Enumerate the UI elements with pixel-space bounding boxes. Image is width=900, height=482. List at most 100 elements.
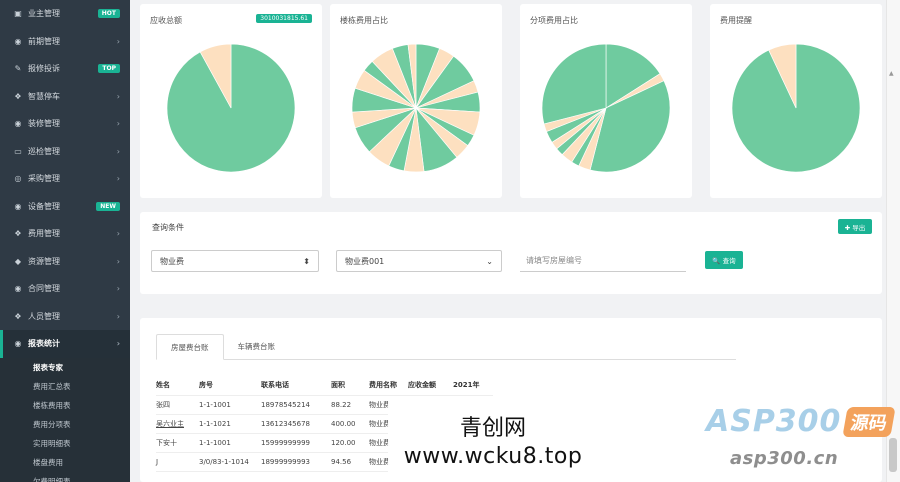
- sidebar-item-label: 装修管理: [28, 119, 60, 129]
- card-title: 楼栋费用占比: [340, 16, 388, 25]
- sidebar-item-1[interactable]: ◉ 前期管理 ›: [0, 28, 130, 56]
- chart-card-reminder: 费用提醒: [710, 4, 882, 198]
- sidebar-item-10[interactable]: ◉ 合同管理 ›: [0, 275, 130, 303]
- scroll-up-icon[interactable]: ▲: [889, 70, 897, 78]
- table-cell: J: [156, 458, 159, 466]
- items-pie-chart: [542, 44, 670, 172]
- sidebar-item-7[interactable]: ◉ 设备管理 NEW: [0, 193, 130, 221]
- preliminary-icon: ◉: [14, 36, 22, 46]
- chevron-right-icon: ›: [116, 229, 120, 239]
- table-cell: 下安十: [156, 439, 177, 447]
- total-amount-badge: 3010031815.61: [256, 14, 312, 23]
- chart-card-items: 分项费用占比: [520, 4, 692, 198]
- sidebar-item-11[interactable]: ❖ 人员管理 ›: [0, 303, 130, 331]
- table-cell: 94.56: [331, 458, 352, 466]
- chevron-right-icon: ›: [116, 174, 120, 184]
- updown-icon: ⬍: [303, 256, 310, 266]
- header-fee-name: 费用名称: [369, 380, 397, 389]
- table-cell: 3/0/83-1-1014: [199, 458, 249, 466]
- table-cell: 15999999999: [261, 439, 310, 447]
- table-cell: 张四: [156, 401, 170, 409]
- chart-card-receivable: 应收总额 3010031815.61: [140, 4, 322, 198]
- chevron-right-icon: ›: [116, 36, 120, 46]
- header-receivable: 应收金额: [408, 380, 436, 389]
- watermark-site-url: www.wcku8.top: [403, 444, 583, 469]
- sidebar-item-2[interactable]: ✎ 报修投诉 TOP: [0, 55, 130, 83]
- submenu-item[interactable]: 楼盘费用: [0, 452, 130, 472]
- card-title: 费用提醒: [720, 16, 752, 25]
- chart-card-building: 楼栋费用占比: [330, 4, 502, 198]
- select-value: 物业费001: [345, 256, 385, 266]
- sidebar-item-4[interactable]: ◉ 装修管理 ›: [0, 110, 130, 138]
- sidebar-item-label: 资源管理: [28, 256, 60, 266]
- table-cell: 18999999993: [261, 458, 310, 466]
- submenu-item[interactable]: 楼栋费用表: [0, 395, 130, 415]
- sidebar-item-label: 采购管理: [28, 174, 60, 184]
- tab-house-ledger[interactable]: 房屋费台账: [156, 334, 224, 360]
- sidebar-badge: NEW: [96, 201, 120, 211]
- tab-vehicle-ledger[interactable]: 车辆费台账: [224, 334, 290, 359]
- sidebar-item-label: 设备管理: [28, 201, 60, 211]
- table-cell: 1-1-1001: [199, 439, 231, 447]
- card-title: 应收总额: [150, 16, 182, 25]
- sidebar-item-label: 业主管理: [28, 9, 60, 19]
- chevron-right-icon: ›: [116, 339, 120, 349]
- table-cell: 400.00: [331, 420, 356, 428]
- scrollbar-thumb[interactable]: [889, 438, 897, 472]
- export-button[interactable]: ✚ 导出: [838, 219, 872, 234]
- parking-icon: ❖: [14, 91, 22, 101]
- sidebar-nav: ▣ 业主管理 HOT ◉ 前期管理 › ✎ 报修投诉 TOP ❖ 智慧停车 › ◉ 装修管理 › ▭ 巡检管理 ›…: [0, 0, 130, 330]
- submenu-item[interactable]: 费用汇总表: [0, 376, 130, 396]
- search-button[interactable]: 🔍 查询: [705, 251, 743, 269]
- chevron-right-icon: ›: [116, 256, 120, 266]
- table-cell: 18978545214: [261, 401, 310, 409]
- inspection-icon: ▭: [14, 146, 22, 156]
- sidebar-item-5[interactable]: ▭ 巡检管理 ›: [0, 138, 130, 166]
- sidebar-item-label: 费用管理: [28, 229, 60, 239]
- header-name: 姓名: [156, 380, 170, 389]
- table-cell: 120.00: [331, 439, 356, 447]
- repair-icon: ✎: [14, 64, 22, 74]
- card-title: 分项费用占比: [530, 16, 578, 25]
- select-value: 物业费: [160, 256, 184, 266]
- watermark-site-name: 青创网: [459, 416, 526, 441]
- decoration-icon: ◉: [14, 119, 22, 129]
- sidebar-item-label: 前期管理: [28, 36, 60, 46]
- watermark-overlay: 青创网 www.wcku8.top: [388, 396, 598, 482]
- sidebar-item-0[interactable]: ▣ 业主管理 HOT: [0, 0, 130, 28]
- sidebar-item-9[interactable]: ◆ 资源管理 ›: [0, 248, 130, 276]
- table-cell: 13612345678: [261, 420, 310, 428]
- chart-icon: ◉: [14, 339, 22, 349]
- fee-item-select[interactable]: 物业费001 ⌄: [336, 250, 502, 272]
- receivable-pie-chart: [167, 44, 295, 172]
- contract-icon: ◉: [14, 284, 22, 294]
- sidebar-submenu: 报表专家 费用汇总表 楼栋费用表 费用分项表 实用明细表 楼盘费用 欠费明细表: [0, 357, 130, 482]
- submenu-item[interactable]: 欠费明细表: [0, 471, 130, 482]
- reminder-pie-chart: [732, 44, 860, 172]
- table-cell: 1-1-1021: [199, 420, 231, 428]
- chevron-right-icon: ›: [116, 91, 120, 101]
- chevron-right-icon: ›: [116, 146, 120, 156]
- watermark-logo: ASP300 源码: [706, 404, 897, 439]
- table-cell: 88.22: [331, 401, 352, 409]
- building-pie-chart: [352, 44, 480, 172]
- watermark-logo-url: asp300.cn: [730, 448, 839, 469]
- room-number-input[interactable]: 请填写房屋编号: [520, 250, 686, 272]
- ledger-tabs: 房屋费台账 车辆费台账: [156, 334, 736, 360]
- submenu-item[interactable]: 报表专家: [0, 357, 130, 377]
- sidebar-item-8[interactable]: ❖ 费用管理 ›: [0, 220, 130, 248]
- table-header-row: 姓名 房号 联系电话 面积 费用名称 应收金额 2021年: [156, 374, 493, 396]
- sidebar-item-reports[interactable]: ◉ 报表统计 ›: [0, 330, 130, 358]
- sidebar-item-label: 人员管理: [28, 311, 60, 321]
- submenu-item[interactable]: 费用分项表: [0, 414, 130, 434]
- table-cell: 吴六业主: [156, 420, 184, 428]
- sidebar-item-label: 合同管理: [28, 284, 60, 294]
- sidebar-item-3[interactable]: ❖ 智慧停车 ›: [0, 83, 130, 111]
- submenu-item[interactable]: 实用明细表: [0, 433, 130, 453]
- header-room: 房号: [199, 380, 213, 389]
- fee-type-select[interactable]: 物业费 ⬍: [151, 250, 319, 272]
- sidebar-item-6[interactable]: ◎ 采购管理 ›: [0, 165, 130, 193]
- watermark-logo-text: ASP300: [706, 404, 842, 439]
- sidebar-item-label: 智慧停车: [28, 91, 60, 101]
- sidebar: ▣ 业主管理 HOT ◉ 前期管理 › ✎ 报修投诉 TOP ❖ 智慧停车 › ◉ 装修管理 › ▭ 巡检管理 ›…: [0, 0, 130, 482]
